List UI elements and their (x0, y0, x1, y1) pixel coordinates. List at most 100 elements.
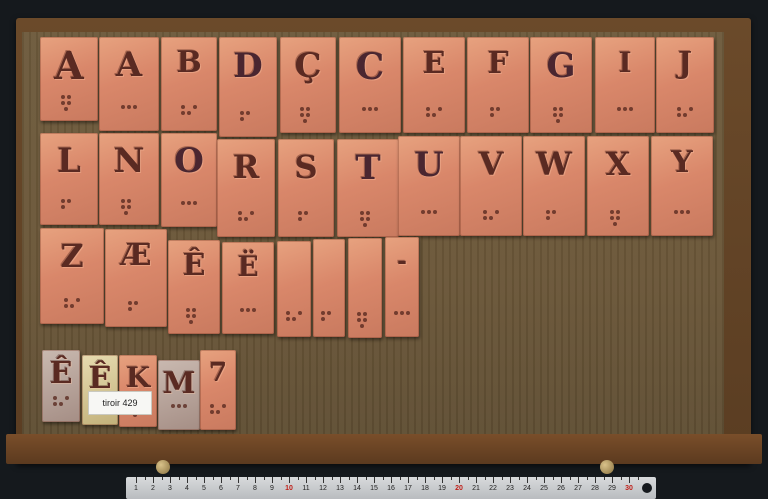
ruler-number: 5 (202, 485, 206, 492)
braille-dot (366, 211, 370, 215)
ruler-tick (382, 477, 384, 480)
ruler-tick (595, 477, 596, 483)
braille-dots (280, 107, 336, 123)
braille-dot (127, 199, 131, 203)
braille-dot (433, 210, 437, 214)
braille-dot (683, 113, 687, 117)
ruler-number: 26 (557, 485, 565, 492)
braille-dot (127, 105, 131, 109)
ruler-number: 4 (185, 485, 189, 492)
ruler-tick (306, 477, 307, 483)
ruler-tick (578, 477, 579, 483)
type-block: V (460, 136, 522, 236)
type-block: Ê (42, 350, 80, 422)
braille-dot (286, 311, 290, 315)
braille-dot (374, 107, 378, 111)
braille-dot (298, 311, 302, 315)
ruler-number: 25 (540, 485, 548, 492)
braille-dot (250, 211, 254, 215)
type-block: O (161, 133, 217, 227)
braille-dots (222, 308, 274, 324)
ruler-tick (144, 477, 146, 480)
braille-dot (613, 222, 617, 226)
ruler-number: 3 (168, 485, 172, 492)
ruler-tick (289, 477, 290, 483)
ruler-number: 15 (370, 485, 378, 492)
braille-dots (99, 199, 159, 215)
braille-dot (360, 324, 364, 328)
braille-dot (53, 402, 57, 406)
ruler-tick (212, 477, 214, 480)
braille-dot (246, 308, 250, 312)
ruler-tick (255, 477, 256, 483)
type-block: G (530, 37, 592, 133)
braille-dot (64, 107, 68, 111)
braille-dot (306, 107, 310, 111)
braille-dot (300, 107, 304, 111)
ruler-tick (612, 477, 613, 483)
braille-dots (460, 210, 522, 226)
type-block: U (398, 136, 460, 236)
type-block: L (40, 133, 98, 225)
braille-dot (240, 308, 244, 312)
braille-dot (76, 298, 80, 302)
block-glyph: Ç (294, 45, 322, 86)
braille-dot (357, 312, 361, 316)
ruler-number: 29 (608, 485, 616, 492)
drawer-knob-right (600, 460, 614, 474)
braille-dots (348, 312, 382, 328)
braille-dot (240, 117, 244, 121)
braille-dot (490, 107, 494, 111)
block-glyph: - (397, 246, 407, 275)
ruler-tick (527, 477, 528, 483)
braille-dot (124, 211, 128, 215)
braille-dots (656, 107, 714, 123)
ruler-number: 17 (404, 485, 412, 492)
braille-dot (181, 111, 185, 115)
braille-dot (432, 113, 436, 117)
braille-dot (559, 107, 563, 111)
ruler-number: 20 (455, 485, 463, 492)
ruler-number: 22 (489, 485, 497, 492)
braille-dots (403, 107, 465, 123)
type-block: B (161, 37, 217, 131)
drawer-front-panel (6, 434, 762, 464)
braille-dot (238, 217, 242, 221)
drawer-knob-left (156, 460, 170, 474)
ruler-tick (246, 477, 248, 480)
braille-dot (61, 205, 65, 209)
ruler-tick (357, 477, 358, 483)
type-block: W (523, 136, 585, 236)
braille-dots (42, 396, 80, 412)
ruler-number: 23 (506, 485, 514, 492)
block-glyph: W (536, 145, 572, 183)
type-block: C (339, 37, 401, 133)
ruler-number: 9 (270, 485, 274, 492)
ruler-number: 28 (591, 485, 599, 492)
braille-dot (128, 307, 132, 311)
braille-dot (496, 107, 500, 111)
ruler-tick (314, 477, 316, 480)
braille-dot (304, 211, 308, 215)
braille-dot (689, 107, 693, 111)
braille-dot (677, 107, 681, 111)
braille-dot (298, 211, 302, 215)
braille-dots (530, 107, 592, 123)
braille-dot (400, 311, 404, 315)
braille-dots (313, 311, 345, 327)
ruler-tick (204, 477, 205, 483)
block-glyph: C (355, 45, 385, 88)
block-glyph: Ê (49, 356, 73, 392)
braille-dot (61, 199, 65, 203)
ruler-tick (280, 477, 282, 480)
braille-dot (559, 113, 563, 117)
braille-dot (426, 113, 430, 117)
braille-dot (552, 210, 556, 214)
braille-dot (193, 201, 197, 205)
braille-dots (161, 105, 217, 121)
type-block: - (385, 237, 419, 337)
ruler-tick (510, 477, 511, 483)
ruler-tick (552, 477, 554, 480)
ruler-number: 8 (253, 485, 257, 492)
braille-dot (67, 101, 71, 105)
